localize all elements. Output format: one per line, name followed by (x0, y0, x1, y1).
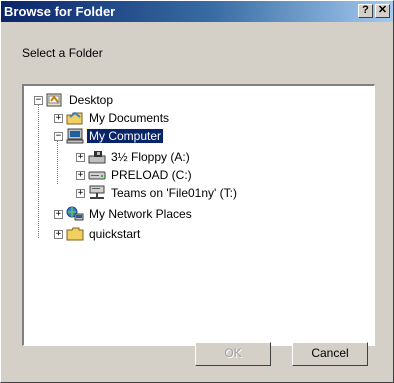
tree-item-label: Teams on 'File01ny' (T:) (111, 186, 237, 200)
window-title: Browse for Folder (4, 4, 116, 19)
network-places-icon (66, 206, 84, 221)
tree-item-label: PRELOAD (C:) (111, 168, 192, 182)
prompt-label: Select a Folder (22, 46, 103, 60)
desktop-icon (46, 93, 62, 107)
expand-icon[interactable]: + (76, 170, 85, 180)
cancel-button[interactable]: Cancel (292, 342, 368, 366)
expand-icon[interactable]: + (54, 229, 63, 239)
tree-item-desktop[interactable]: − Desktop (34, 91, 115, 109)
collapse-icon[interactable]: − (34, 95, 43, 105)
my-documents-icon (66, 111, 83, 125)
network-drive-icon (89, 185, 105, 199)
tree-item-my-network-places[interactable]: + My Network Places (54, 205, 194, 223)
tree-item-floppy[interactable]: + 3½ Floppy (A:) (76, 148, 192, 166)
tree-item-label: My Computer (85, 128, 165, 144)
tree-item-preload[interactable]: + PRELOAD (C:) (76, 166, 194, 184)
help-button[interactable]: ? (358, 4, 373, 18)
tree-item-my-computer[interactable]: − My Computer (54, 127, 165, 145)
close-button[interactable]: ✕ (375, 4, 390, 18)
expand-icon[interactable]: + (76, 188, 85, 198)
tree-item-label: My Network Places (89, 207, 192, 221)
folder-icon (66, 227, 84, 241)
expand-icon[interactable]: + (54, 113, 63, 123)
tree-item-my-documents[interactable]: + My Documents (54, 109, 171, 127)
tree-item-label: My Documents (89, 111, 170, 125)
hard-drive-icon (88, 171, 106, 180)
tree-item-label: Desktop (69, 93, 114, 107)
collapse-icon[interactable]: − (54, 131, 63, 141)
floppy-drive-icon (88, 151, 106, 164)
title-bar[interactable]: Browse for Folder ? ✕ (1, 1, 393, 22)
tree-item-teams-drive[interactable]: + Teams on 'File01ny' (T:) (76, 184, 239, 202)
browse-for-folder-dialog: Browse for Folder ? ✕ Select a Folder − … (0, 0, 394, 383)
my-computer-icon (66, 128, 84, 144)
tree-item-label: quickstart (89, 227, 141, 241)
expand-icon[interactable]: + (54, 209, 63, 219)
tree-item-quickstart[interactable]: + quickstart (54, 225, 142, 243)
tree-item-label: 3½ Floppy (A:) (111, 150, 190, 164)
folder-tree[interactable]: − Desktop + My Documents − My Computer +… (22, 84, 375, 346)
expand-icon[interactable]: + (76, 152, 85, 162)
ok-button[interactable]: OK (195, 342, 271, 366)
